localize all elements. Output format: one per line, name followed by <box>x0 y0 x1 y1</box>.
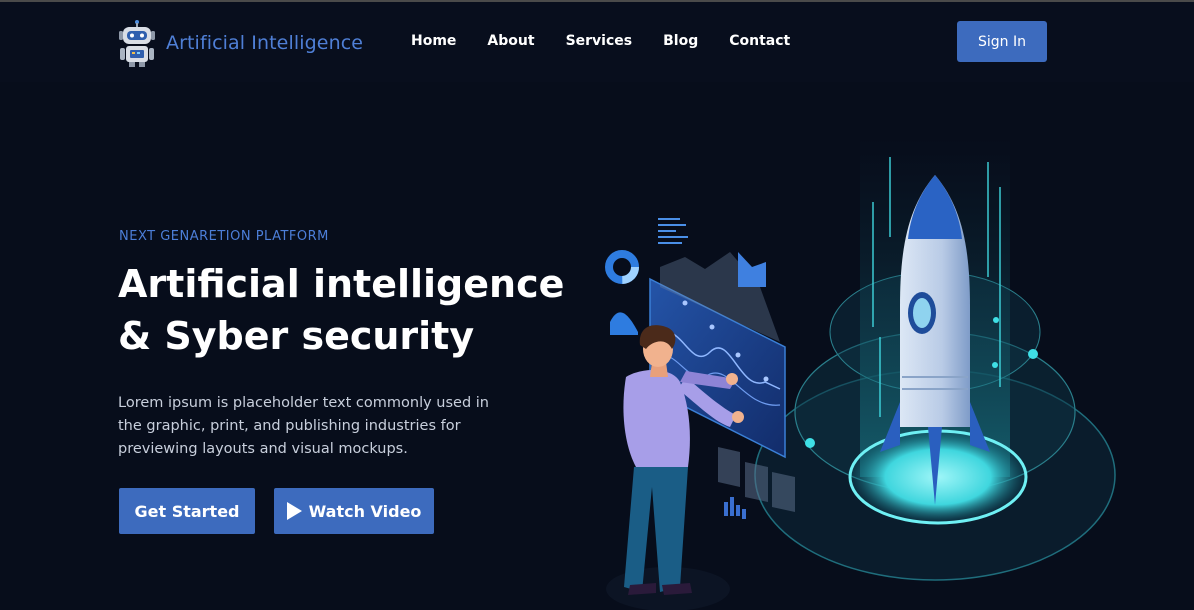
nav-blog[interactable]: Blog <box>663 33 698 49</box>
hero-illustration <box>605 137 1116 610</box>
hero-description: Lorem ipsum is placeholder text commonly… <box>118 395 489 457</box>
nav-about[interactable]: About <box>487 33 534 49</box>
sign-in-button[interactable]: Sign In <box>957 21 1047 62</box>
brand-name: Artificial Intelligence <box>166 32 364 54</box>
hero-title-line-1: Artificial intelligence <box>118 262 565 306</box>
donut-chart <box>605 250 639 284</box>
hero-title-line-2: & Syber security <box>118 314 475 358</box>
nav-home[interactable]: Home <box>411 33 456 49</box>
navbar: Artificial Intelligence Home About Servi… <box>0 2 1194 82</box>
hero-title: Artificial intelligence & Syber security <box>118 258 588 362</box>
play-icon <box>286 502 302 520</box>
nav-services[interactable]: Services <box>566 33 633 49</box>
hero-eyebrow: NEXT GENARETION PLATFORM <box>119 229 329 244</box>
watch-video-label: Watch Video <box>308 501 422 521</box>
get-started-label: Get Started <box>134 501 240 521</box>
brand[interactable]: Artificial Intelligence <box>118 19 363 67</box>
nav-contact[interactable]: Contact <box>729 33 790 49</box>
get-started-button[interactable]: Get Started <box>119 488 255 534</box>
main-nav: Home About Services Blog Contact <box>411 33 821 49</box>
robot-icon <box>119 20 155 67</box>
watch-video-button[interactable]: Watch Video <box>274 488 434 534</box>
